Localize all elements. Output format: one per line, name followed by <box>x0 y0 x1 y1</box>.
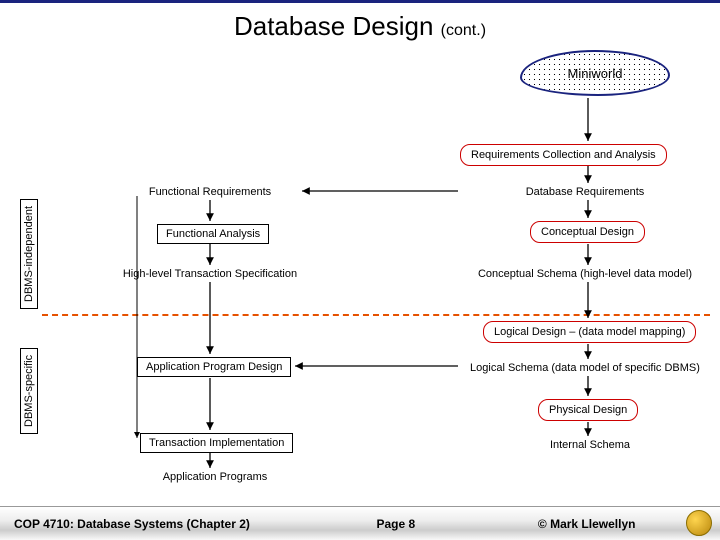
text-conc-schema: Conceptual Schema (high-level data model… <box>460 268 710 280</box>
slide-footer: COP 4710: Database Systems (Chapter 2) P… <box>0 506 720 540</box>
title-suffix: (cont.) <box>441 22 486 39</box>
dashed-divider <box>42 314 710 316</box>
miniworld-label: Miniworld <box>520 50 670 96</box>
footer-course: COP 4710: Database Systems (Chapter 2) <box>14 517 324 531</box>
box-trans-impl: Transaction Implementation <box>140 433 293 453</box>
title-main: Database Design <box>234 11 433 41</box>
text-hlt-spec: High-level Transaction Specification <box>110 268 310 280</box>
ucf-logo-icon <box>686 510 712 536</box>
box-app-prog-design: Application Program Design <box>137 357 291 377</box>
box-conceptual-design: Conceptual Design <box>530 221 645 243</box>
text-internal-schema: Internal Schema <box>530 439 650 451</box>
diagram-canvas: Miniworld DBMS-independent DBMS-specific… <box>0 46 720 496</box>
footer-page: Page 8 <box>324 517 467 531</box>
text-db-req: Database Requirements <box>500 186 670 198</box>
box-physical-design: Physical Design <box>538 399 638 421</box>
slide-title: Database Design (cont.) <box>0 3 720 46</box>
footer-credit: © Mark Llewellyn <box>467 517 706 531</box>
text-logical-schema: Logical Schema (data model of specific D… <box>460 362 710 374</box>
miniworld-cloud: Miniworld <box>520 50 670 96</box>
vlabel-specific: DBMS-specific <box>20 348 38 434</box>
box-func-analysis: Functional Analysis <box>157 224 269 244</box>
vlabel-independent: DBMS-independent <box>20 199 38 309</box>
text-app-programs: Application Programs <box>150 471 280 483</box>
box-logical-design: Logical Design – (data model mapping) <box>483 321 696 343</box>
text-func-req: Functional Requirements <box>120 186 300 198</box>
box-req-collection: Requirements Collection and Analysis <box>460 144 667 166</box>
